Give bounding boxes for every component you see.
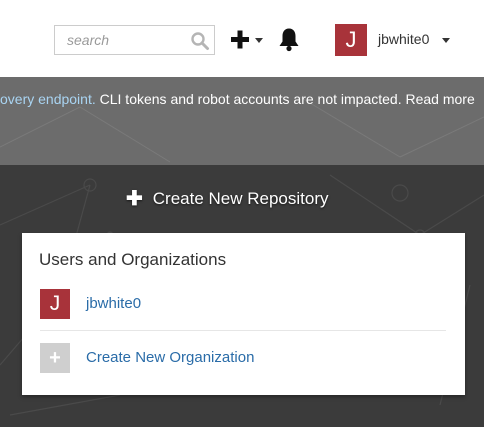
plus-icon: ✚ — [126, 188, 143, 210]
user-row[interactable]: J jbwhite0 — [40, 289, 446, 321]
plus-icon — [231, 30, 263, 49]
chevron-down-icon — [442, 38, 450, 43]
avatar: J — [335, 24, 367, 56]
search-input[interactable] — [55, 26, 185, 54]
search-icon[interactable] — [190, 31, 210, 51]
banner-message: overy endpoint. CLI tokens and robot acc… — [0, 91, 475, 107]
announcement-banner: overy endpoint. CLI tokens and robot acc… — [0, 77, 484, 165]
avatar: J — [40, 289, 70, 319]
create-repository-label: Create New Repository — [152, 189, 329, 208]
panel-title: Users and Organizations — [39, 250, 227, 269]
chevron-down-icon — [255, 38, 263, 43]
plus-icon: + — [40, 343, 70, 373]
banner-link[interactable]: overy endpoint. — [0, 91, 96, 107]
user-menu[interactable]: J jbwhite0 — [335, 24, 451, 56]
user-link[interactable]: jbwhite0 — [86, 295, 141, 312]
divider — [40, 330, 446, 331]
banner-text: CLI tokens and robot accounts are not im… — [95, 91, 475, 107]
create-organization-link[interactable]: Create New Organization — [86, 349, 254, 366]
search-box[interactable] — [54, 25, 215, 55]
notifications-button[interactable] — [276, 26, 302, 52]
bell-icon — [279, 28, 299, 52]
username: jbwhite0 — [378, 31, 430, 47]
create-organization-row[interactable]: + Create New Organization — [40, 343, 446, 375]
top-navbar: J jbwhite0 — [0, 0, 484, 77]
create-menu-button[interactable] — [229, 28, 267, 52]
create-repository-button[interactable]: ✚ Create New Repository — [126, 186, 329, 210]
users-organizations-panel: Users and Organizations J jbwhite0 + Cre… — [22, 233, 465, 395]
